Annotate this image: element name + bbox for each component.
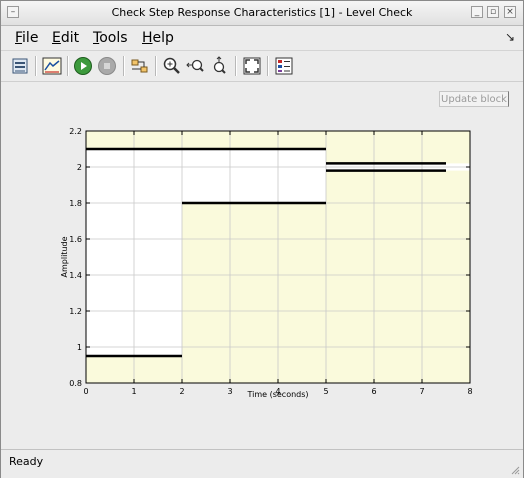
dock-arrow-icon[interactable]: ↘ — [505, 30, 515, 44]
close-icon[interactable]: × — [504, 6, 516, 18]
y-tick-label: 1 — [77, 343, 82, 352]
x-tick-label: 7 — [419, 387, 424, 396]
minimize-icon[interactable]: _ — [471, 6, 483, 18]
status-text: Ready — [9, 455, 44, 468]
feasible-region — [182, 149, 326, 203]
x-tick-label: 3 — [227, 387, 232, 396]
menu-file-mnemonic: F — [15, 30, 23, 46]
x-tick-label: 2 — [179, 387, 184, 396]
step-response-plot[interactable]: 0 1 2 3 4 5 6 7 8 0.8 1 1.2 1.4 1.6 1.8 2 2.2 Time (secon… — [57, 125, 487, 403]
zoom-y-icon[interactable] — [209, 55, 231, 77]
menu-edit-label: dit — [60, 30, 80, 46]
x-tick-label: 5 — [323, 387, 328, 396]
toolbar-separator — [155, 56, 157, 76]
stop-simulation-icon[interactable] — [96, 55, 118, 77]
app-window: – Check Step Response Characteristics [1… — [0, 0, 524, 478]
menu-file[interactable]: File — [15, 30, 38, 46]
maximize-icon[interactable]: ▫ — [487, 6, 499, 18]
menu-help[interactable]: Help — [142, 30, 174, 46]
toolbar-separator — [35, 56, 37, 76]
y-tick-label: 1.2 — [69, 307, 82, 316]
window-title: Check Step Response Characteristics [1] … — [111, 6, 413, 19]
toolbar-separator — [235, 56, 237, 76]
x-tick-label: 0 — [83, 387, 88, 396]
menu-tools-label: ools — [99, 30, 128, 46]
menu-bar: File Edit Tools Help ↘ — [1, 26, 523, 51]
menu-help-label: elp — [152, 30, 174, 46]
zoom-x-icon[interactable] — [185, 55, 207, 77]
x-tick-label: 1 — [131, 387, 136, 396]
x-tick-label: 8 — [467, 387, 472, 396]
chart-svg[interactable]: 0 1 2 3 4 5 6 7 80.811.21.41.61.822.2Time (secon… — [57, 125, 487, 399]
toolbar-separator — [267, 56, 269, 76]
menu-edit-mnemonic: E — [52, 30, 61, 46]
toolbar-separator — [123, 56, 125, 76]
legend-icon[interactable] — [273, 55, 295, 77]
zoom-in-icon[interactable] — [161, 55, 183, 77]
update-block-button[interactable]: Update block — [439, 91, 509, 107]
response-optimization-icon[interactable] — [41, 55, 63, 77]
resize-grip-icon[interactable] — [510, 465, 520, 475]
y-tick-label: 2.2 — [69, 127, 82, 136]
fit-to-view-icon[interactable] — [241, 55, 263, 77]
toolbar — [1, 51, 523, 82]
menu-tools[interactable]: Tools — [93, 30, 128, 46]
y-tick-label: 1.4 — [69, 271, 82, 280]
menu-file-label: ile — [22, 30, 39, 46]
toolbar-separator — [67, 56, 69, 76]
y-tick-label: 0.8 — [69, 379, 82, 388]
x-axis-label: Time (seconds) — [246, 390, 308, 399]
status-bar: Ready — [1, 449, 523, 478]
x-tick-label: 6 — [371, 387, 376, 396]
menu-edit[interactable]: Edit — [52, 30, 79, 46]
y-tick-label: 2 — [77, 163, 82, 172]
y-tick-label: 1.6 — [69, 235, 82, 244]
y-tick-label: 1.8 — [69, 199, 82, 208]
block-parameters-icon[interactable] — [9, 55, 31, 77]
y-axis-label: Amplitude — [60, 236, 69, 277]
menu-help-mnemonic: H — [142, 30, 153, 46]
title-bar[interactable]: – Check Step Response Characteristics [1… — [1, 1, 523, 26]
start-simulation-icon[interactable] — [72, 55, 94, 77]
show-plant-icon[interactable] — [129, 55, 151, 77]
